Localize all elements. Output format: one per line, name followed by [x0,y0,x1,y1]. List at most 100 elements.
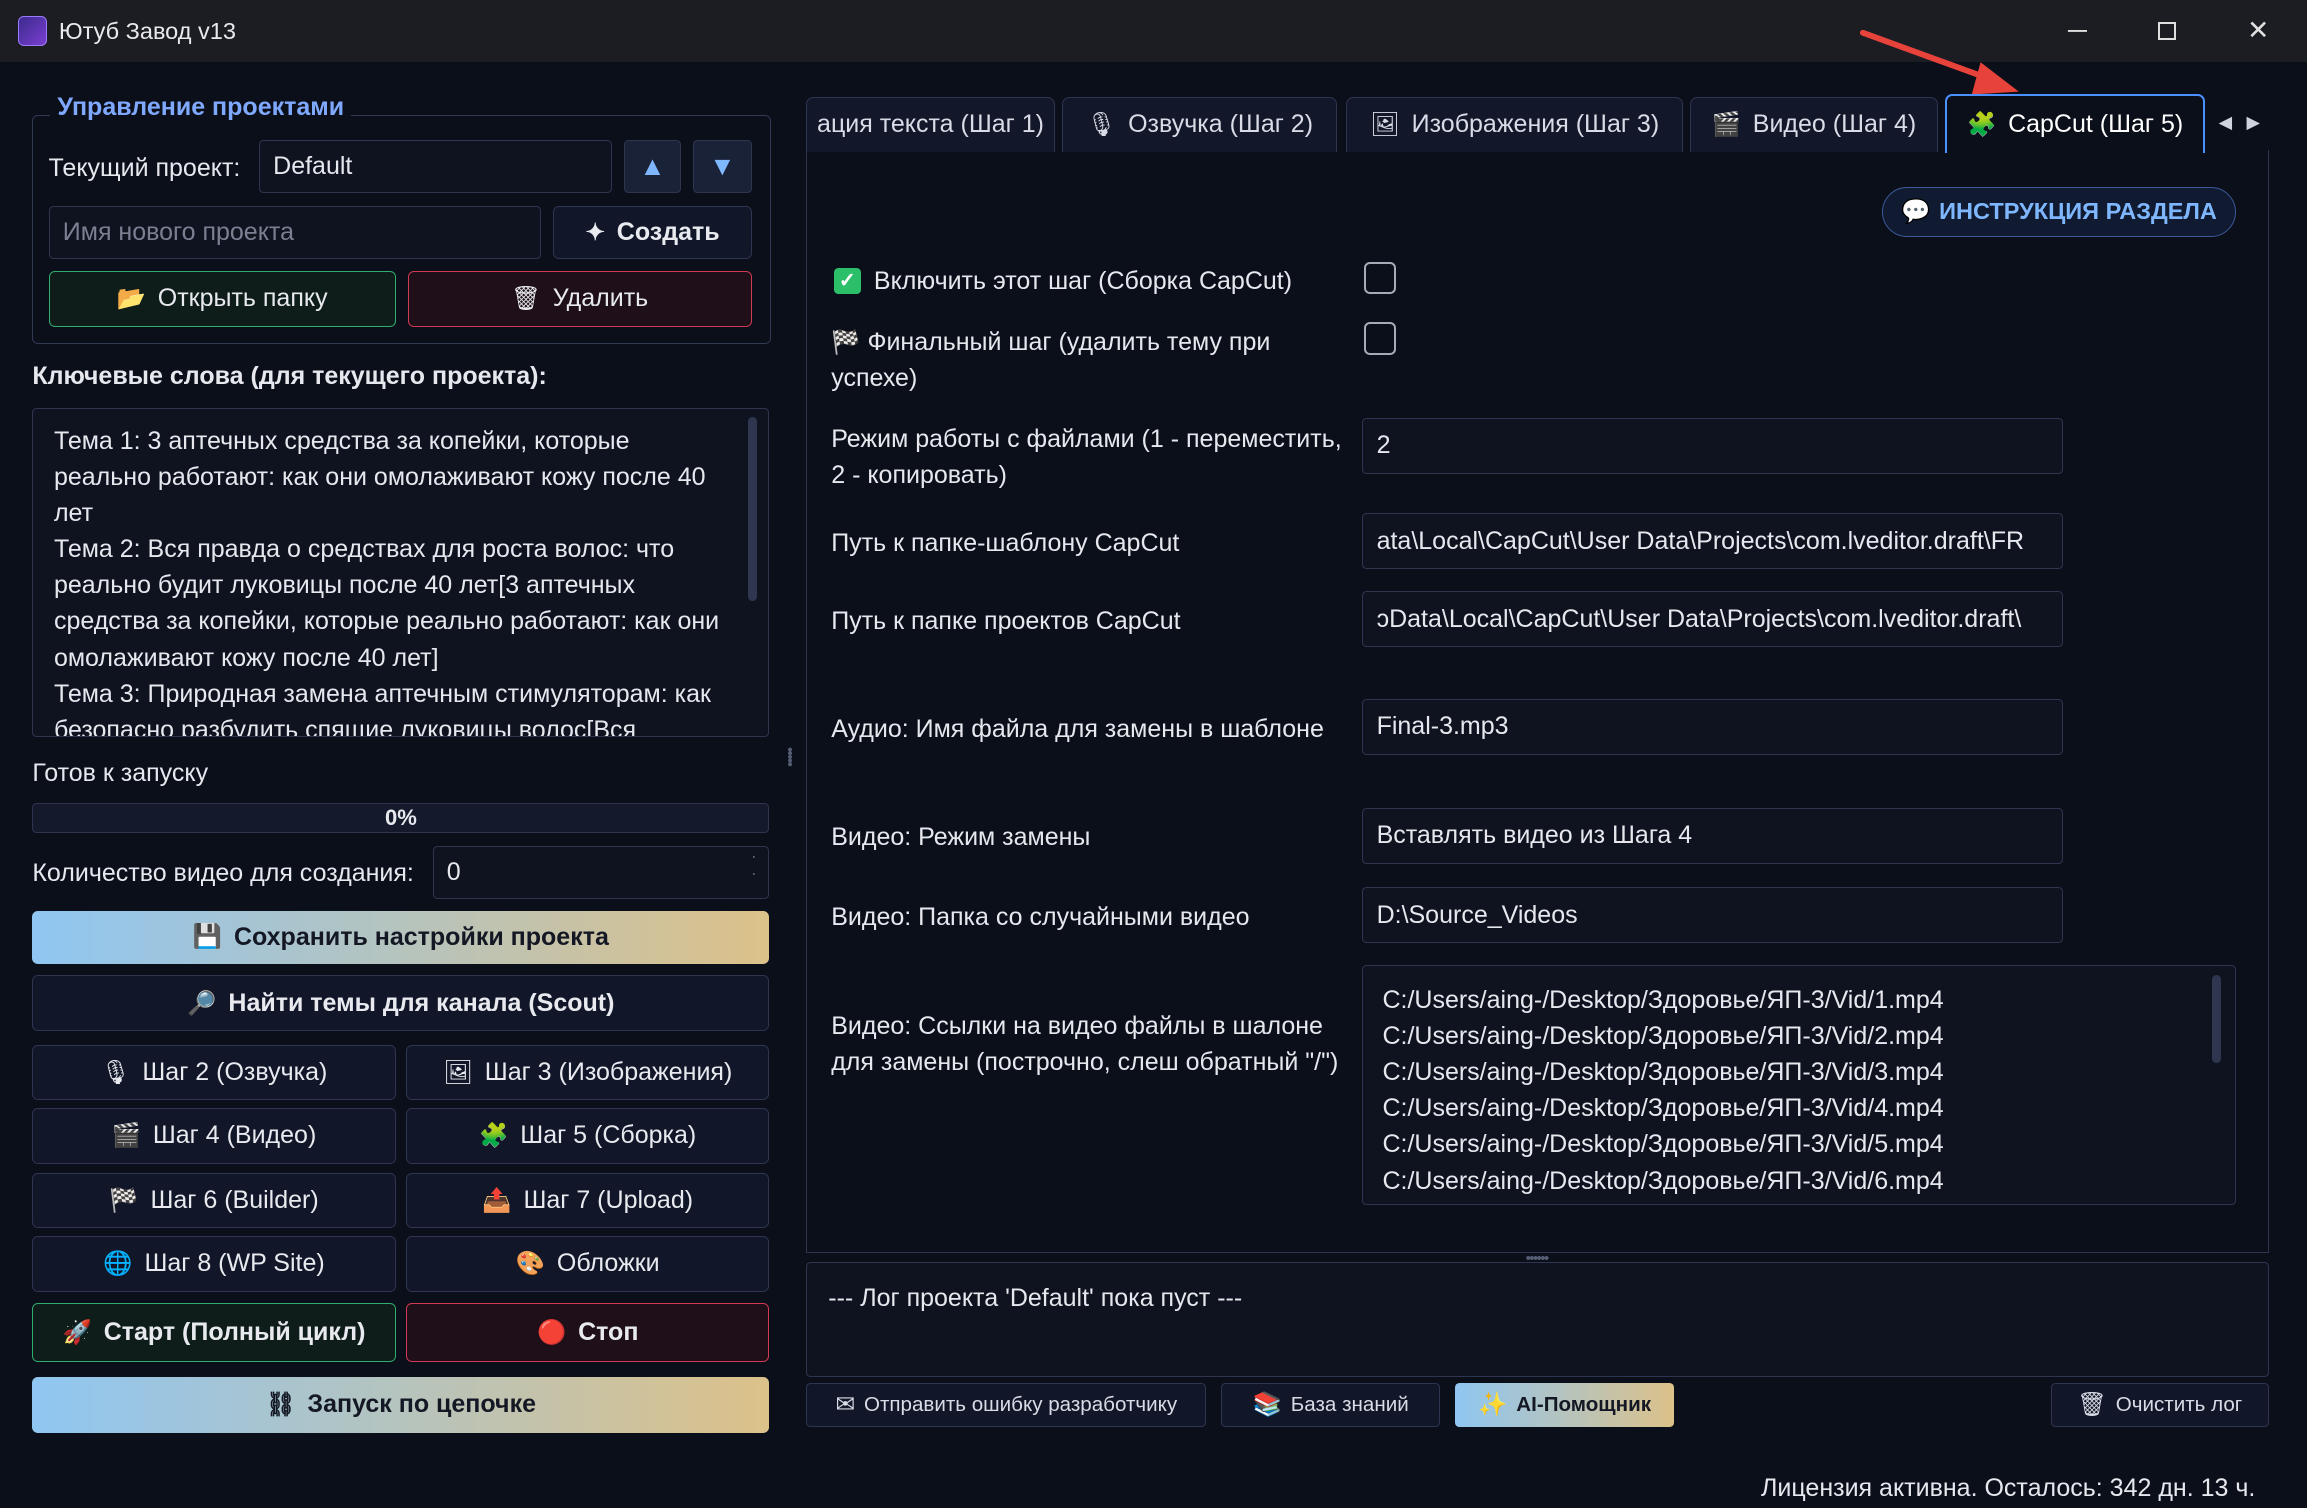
tab-step5[interactable]: 🧩 CapCut (Шаг 5) [1944,94,2206,153]
step2-label: Шаг 2 (Озвучка) [142,1057,328,1086]
video-links-label: Видео: Ссылки на видео файлы в шалоне дл… [831,1011,1339,1076]
tab-step5-label: CapCut (Шаг 5) [2008,110,2184,139]
step8-button[interactable]: 🌐 Шаг 8 (WP Site) [32,1235,396,1292]
clear-log-label: Очистить лог [2115,1392,2243,1416]
find-topics-label: Найти темы для канала (Scout) [228,988,615,1017]
video-link-line: C:/Users/aing-/Desktop/Здоровье/ЯП-3/Vid… [1382,1130,1944,1159]
window-title: Ютуб Завод v13 [58,17,236,44]
books-icon: 📚 [1252,1391,1282,1418]
chain-icon: ⛓ [265,1391,296,1418]
step6-button[interactable]: 🏁 Шаг 6 (Builder) [32,1172,396,1229]
step4-label: Шаг 4 (Видео) [152,1121,317,1150]
covers-label: Обложки [556,1249,660,1278]
step7-label: Шаг 7 (Upload) [523,1185,694,1214]
keywords-scrollbar[interactable] [748,417,758,602]
clapperboard-icon: 🎬 [1711,111,1742,138]
audio-filename-input[interactable]: Final-3.mp3 [1362,698,2063,755]
minimize-button[interactable]: ─ [2033,0,2121,62]
video-link-line: C:/Users/aing-/Desktop/Здоровье/ЯП-3/Vid… [1382,1094,1944,1123]
tab-step1[interactable]: ация текста (Шаг 1) [806,97,1055,152]
stop-button[interactable]: 🔴 Стоп [406,1303,770,1363]
ai-helper-button[interactable]: ✨ AI-Помощник [1455,1382,1675,1428]
sparkles-icon: ✨ [1478,1391,1508,1418]
template-path-input[interactable]: ata\Local\CapCut\User Data\Projects\com.… [1362,513,2063,570]
app-icon [17,16,48,46]
video-count-value: 0 [446,857,461,886]
instruction-label: ИНСТРУКЦИЯ РАЗДЕЛА [1939,198,2217,225]
start-full-cycle-button[interactable]: 🚀 Старт (Полный цикл) [32,1303,396,1363]
create-project-button[interactable]: ✦ Создать [553,205,752,259]
save-settings-button[interactable]: 💾 Сохранить настройки проекта [32,910,770,964]
save-settings-label: Сохранить настройки проекта [233,922,609,951]
tab-step2[interactable]: 🎙 Озвучка (Шаг 2) [1062,97,1338,152]
enable-step-checkbox[interactable] [1363,261,1397,295]
file-mode-label: Режим работы с файлами (1 - переместить,… [831,424,1342,489]
microphone-icon: 🎙 [100,1058,131,1085]
knowledge-base-button[interactable]: 📚 База знаний [1221,1382,1441,1428]
microphone-icon: 🎙 [1086,111,1117,138]
step3-button[interactable]: 🖼 Шаг 3 (Изображения) [406,1044,770,1101]
open-folder-button[interactable]: 📂 Открыть папку [48,270,396,327]
chain-run-button[interactable]: ⛓ Запуск по цепочке [32,1377,770,1433]
license-status: Лицензия активна. Осталось: 342 дн. 13 ч… [1761,1474,2256,1503]
trash-icon: 🗑 [2077,1391,2107,1418]
section-instruction-button[interactable]: 💬 ИНСТРУКЦИЯ РАЗДЕЛА [1881,186,2237,237]
new-project-placeholder: Имя нового проекта [62,217,294,246]
video-count-spinbox[interactable]: 0 ˙ ˙ [432,845,770,899]
video-mode-value: Вставлять видео из Шага 4 [1376,821,1693,850]
step2-button[interactable]: 🎙 Шаг 2 (Озвучка) [32,1044,396,1101]
keywords-textarea[interactable]: Тема 1: 3 аптечных средства за копейки, … [32,407,770,738]
delete-label: Удалить [552,284,649,313]
tab-step4[interactable]: 🎬 Видео (Шаг 4) [1690,97,1938,152]
video-link-line: C:/Users/aing-/Desktop/Здоровье/ЯП-3/Vid… [1382,986,1944,1015]
checkered-flag-icon: 🏁 [109,1186,139,1213]
video-mode-select[interactable]: Вставлять видео из Шага 4 [1362,807,2063,864]
template-path-value: ata\Local\CapCut\User Data\Projects\com.… [1376,526,2025,555]
trash-icon: 🗑 [511,284,541,311]
video-mode-label: Видео: Режим замены [831,823,1091,852]
audio-filename-label: Аудио: Имя файла для замены в шаблоне [831,714,1324,743]
tab-step2-label: Озвучка (Шаг 2) [1128,110,1314,139]
close-button[interactable]: ✕ [2214,0,2302,62]
project-down-button[interactable]: ▼ [692,139,752,193]
projects-path-value: ɔData\Local\CapCut\User Data\Projects\co… [1376,604,2022,633]
project-up-button[interactable]: ▲ [623,139,682,193]
step8-label: Шаг 8 (WP Site) [144,1249,325,1278]
delete-project-button[interactable]: 🗑 Удалить [407,270,752,327]
spin-arrows-icon[interactable]: ˙ ˙ [752,853,756,888]
template-path-label: Путь к папке-шаблону CapCut [831,529,1180,558]
step5-label: Шаг 5 (Сборка) [520,1121,697,1150]
image-icon: 🖼 [1370,111,1400,138]
current-project-select[interactable]: Default [258,139,612,193]
red-circle-icon: 🔴 [537,1319,567,1346]
video-link-line: C:/Users/aing-/Desktop/Здоровье/ЯП-3/Vid… [1382,1058,1944,1087]
find-topics-button[interactable]: 🔎 Найти темы для канала (Scout) [32,975,770,1032]
keywords-label: Ключевые слова (для текущего проекта): [32,361,547,390]
video-links-textarea[interactable]: C:/Users/aing-/Desktop/Здоровье/ЯП-3/Vid… [1362,965,2237,1205]
video-link-line: C:/Users/aing-/Desktop/Здоровье/ЯП-3/Vid… [1382,1166,1944,1195]
maximize-button[interactable] [2123,0,2211,62]
tab-step4-label: Видео (Шаг 4) [1752,110,1917,139]
file-mode-input[interactable]: 2 [1362,417,2063,474]
tab-step3[interactable]: 🖼 Изображения (Шаг 3) [1346,97,1684,152]
clear-log-button[interactable]: 🗑 Очистить лог [2050,1382,2269,1428]
video-links-scrollbar[interactable] [2212,974,2222,1064]
send-error-button[interactable]: ✉ Отправить ошибку разработчику [806,1382,1207,1428]
projects-path-input[interactable]: ɔData\Local\CapCut\User Data\Projects\co… [1362,591,2063,648]
tab-scroll-right-icon[interactable]: ▶ [2247,112,2261,133]
current-project-value: Default [273,151,353,180]
step5-button[interactable]: 🧩 Шаг 5 (Сборка) [406,1107,770,1164]
final-step-checkbox[interactable] [1363,322,1397,355]
new-project-name-input[interactable]: Имя нового проекта [48,205,542,259]
progress-bar: 0% [32,803,770,833]
splitter-handle[interactable]: ••••• [781,747,797,765]
checkered-flag-icon: 🏁 [831,328,861,355]
palette-icon: 🎨 [515,1249,546,1276]
magnifier-icon: 🔎 [187,989,217,1016]
tab-scroll-left-icon[interactable]: ◀ [2219,112,2233,133]
start-full-label: Старт (Полный цикл) [103,1318,366,1347]
step7-button[interactable]: 📤 Шаг 7 (Upload) [406,1172,770,1229]
step4-button[interactable]: 🎬 Шаг 4 (Видео) [32,1107,396,1164]
covers-button[interactable]: 🎨 Обложки [406,1235,770,1292]
random-folder-input[interactable]: D:\Source_Videos [1362,887,2063,944]
